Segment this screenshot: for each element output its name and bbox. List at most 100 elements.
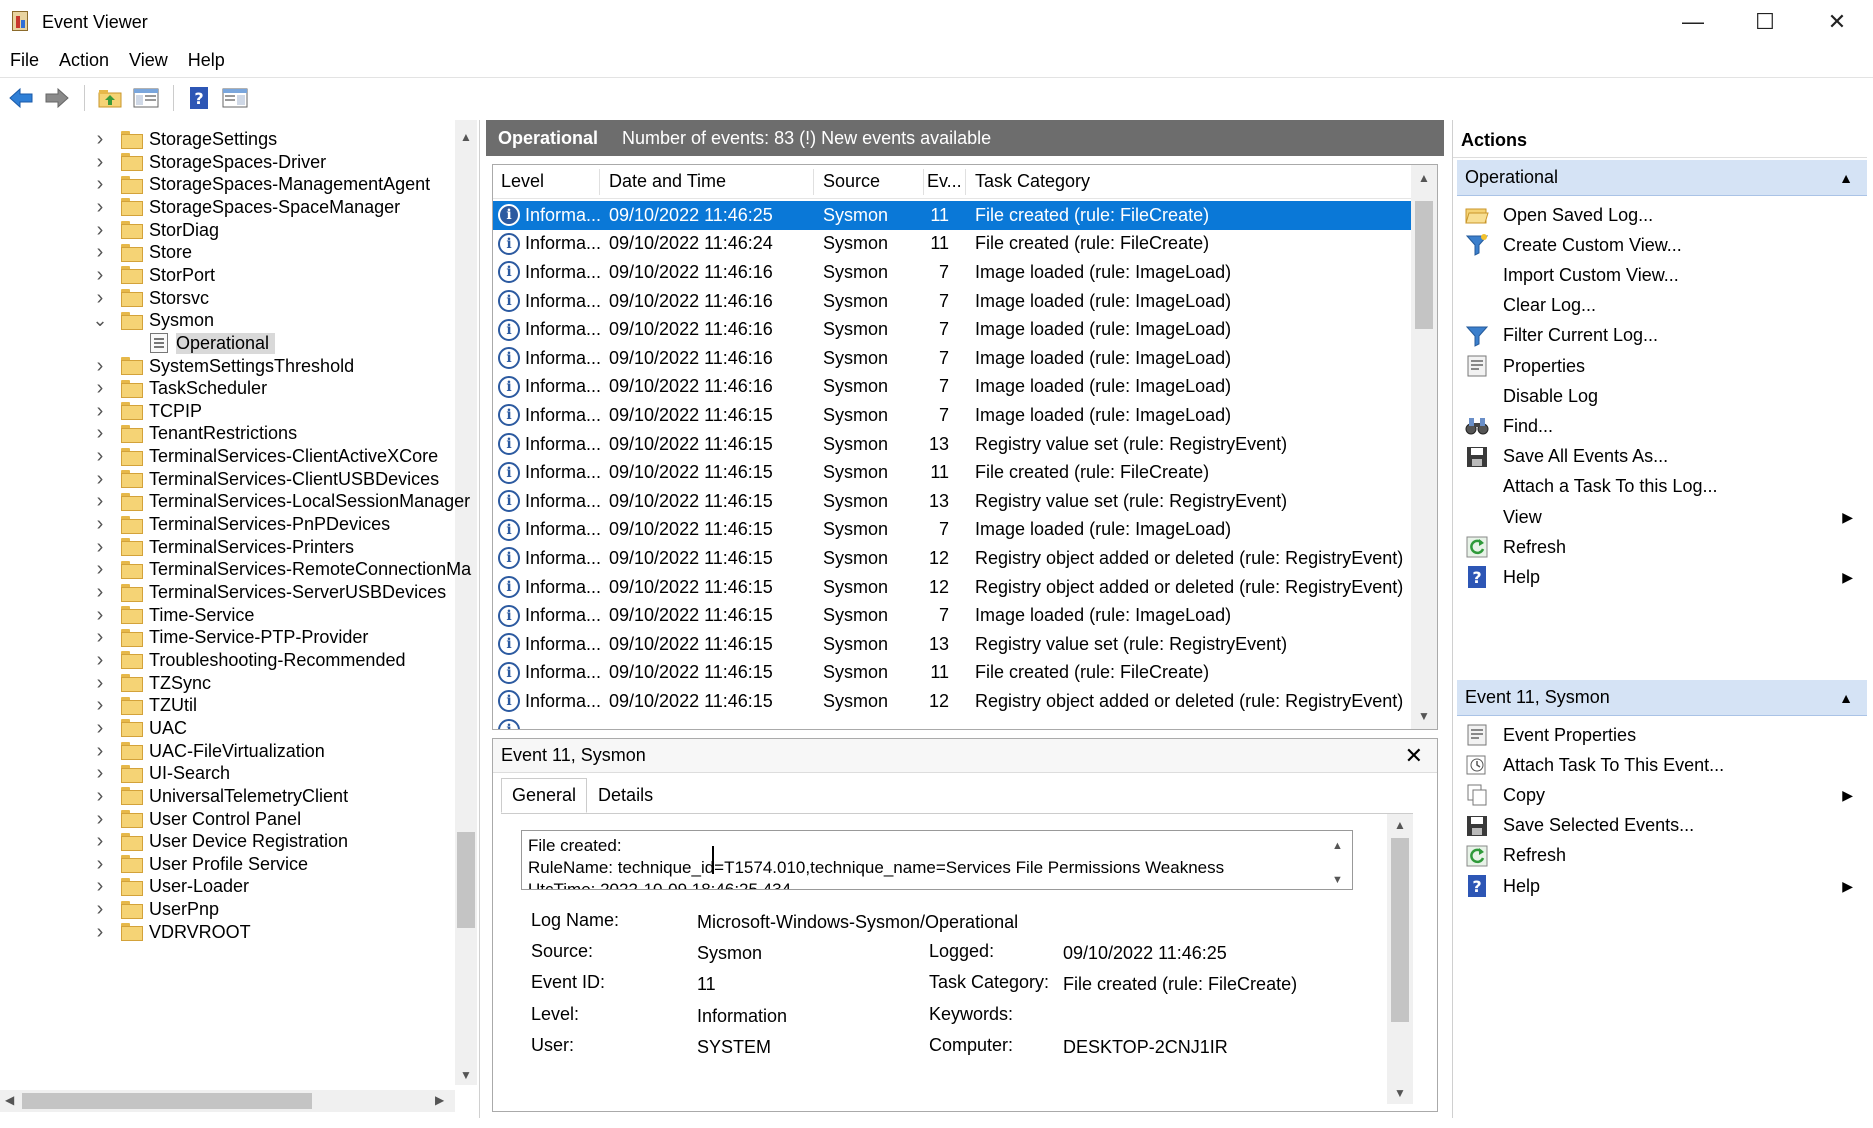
event-row[interactable]: i Informa... 09/10/2022 11:46:25 Sysmon 11 Fi… (493, 201, 1411, 230)
events-scroll-thumb[interactable] (1415, 201, 1433, 329)
chevron-right-icon[interactable]: › (93, 672, 107, 694)
chevron-right-icon[interactable]: › (93, 490, 107, 512)
scroll-left-icon[interactable]: ◀ (5, 1093, 14, 1107)
tree-hscroll-thumb[interactable] (22, 1093, 312, 1109)
chevron-right-icon[interactable]: › (93, 377, 107, 399)
tree-horizontal-scrollbar[interactable]: ◀ ▶ (0, 1090, 455, 1112)
event-row[interactable]: i Informa... 09/10/2022 11:46:15 Sysmon 12 Re… (493, 687, 1411, 716)
scroll-down-icon[interactable]: ▼ (1332, 869, 1343, 889)
chevron-right-icon[interactable]: › (93, 875, 107, 897)
action-help[interactable]: ? Help ▶ (1457, 869, 1867, 903)
chevron-right-icon[interactable]: › (93, 740, 107, 762)
column-divider[interactable] (599, 169, 600, 195)
action-create-custom-view[interactable]: Create Custom View... (1457, 228, 1867, 262)
event-row[interactable]: i Informa... 09/10/2022 11:46:16 Sysmon 7 Ima… (493, 258, 1411, 287)
chevron-right-icon[interactable]: › (93, 287, 107, 309)
chevron-right-icon[interactable]: › (93, 830, 107, 852)
show-hide-action-pane-button[interactable] (218, 82, 252, 114)
chevron-right-icon[interactable]: › (93, 898, 107, 920)
event-row[interactable]: i Informa... 09/10/2022 11:46:15 Sysmon 7 Ima… (493, 516, 1411, 545)
chevron-right-icon[interactable]: › (93, 173, 107, 195)
event-row[interactable]: i Informa... 09/10/2022 11:46:16 Sysmon 7 Ima… (493, 287, 1411, 316)
column-divider[interactable] (965, 169, 966, 195)
scroll-up-icon[interactable]: ▲ (1394, 818, 1406, 832)
collapse-icon[interactable]: ▲ (1839, 690, 1853, 706)
chevron-right-icon[interactable]: › (93, 196, 107, 218)
event-row[interactable]: i Informa... 09/10/2022 11:46:15 Sysmon 13 Re… (493, 487, 1411, 516)
tree-vertical-scrollbar[interactable]: ▲ ▼ (455, 120, 477, 1085)
chevron-right-icon[interactable]: › (93, 785, 107, 807)
chevron-right-icon[interactable]: › (93, 445, 107, 467)
menu-help[interactable]: Help (178, 50, 235, 71)
menu-action[interactable]: Action (49, 50, 119, 71)
column-divider[interactable] (923, 169, 924, 195)
column-event-id[interactable]: Ev... (927, 171, 962, 192)
action-properties[interactable]: Properties (1457, 349, 1867, 383)
chevron-right-icon[interactable]: › (93, 241, 107, 263)
tab-general[interactable]: General (501, 778, 588, 813)
action-find[interactable]: Find... (1457, 409, 1867, 443)
scroll-up-icon[interactable]: ▲ (1332, 835, 1343, 857)
action-event-properties[interactable]: Event Properties (1457, 718, 1867, 752)
chevron-down-icon[interactable]: ⌄ (92, 310, 107, 330)
event-row[interactable]: i Informa... 09/10/2022 11:46:16 Sysmon 7 Ima… (493, 373, 1411, 402)
chevron-right-icon[interactable]: › (93, 649, 107, 671)
close-detail-icon[interactable]: ✕ (1405, 743, 1423, 769)
menu-file[interactable]: File (0, 50, 49, 71)
event-row[interactable]: i Informa... 09/10/2022 11:46:15 Sysmon 11 Fi… (493, 659, 1411, 688)
menu-view[interactable]: View (119, 50, 178, 71)
section-operational[interactable]: Operational ▲ (1457, 160, 1867, 196)
action-refresh[interactable]: Refresh (1457, 839, 1867, 873)
chevron-right-icon[interactable]: › (93, 422, 107, 444)
chevron-right-icon[interactable]: › (93, 264, 107, 286)
chevron-right-icon[interactable]: › (93, 558, 107, 580)
chevron-right-icon[interactable]: › (93, 151, 107, 173)
event-row[interactable]: i Informa... 09/10/2022 11:46:15 Sysmon 7 Ima… (493, 401, 1411, 430)
chevron-right-icon[interactable]: › (93, 219, 107, 241)
events-vertical-scrollbar[interactable]: ▲ ▼ (1411, 165, 1437, 729)
event-row[interactable]: i Informa... 09/10/2022 11:46:16 Sysmon 7 Ima… (493, 344, 1411, 373)
scroll-right-icon[interactable]: ▶ (435, 1093, 444, 1107)
event-row[interactable]: i Informa... 09/10/2022 11:46:15 Sysmon 13 Re… (493, 630, 1411, 659)
tree-item-folder[interactable]: › VDRVROOT (93, 919, 251, 946)
chevron-right-icon[interactable]: › (93, 762, 107, 784)
event-row-partial[interactable]: i (493, 716, 1411, 729)
column-source[interactable]: Source (823, 171, 880, 192)
collapse-icon[interactable]: ▲ (1839, 170, 1853, 186)
action-import-custom-view[interactable]: Import Custom View... (1457, 258, 1867, 292)
chevron-right-icon[interactable]: › (93, 513, 107, 535)
chevron-right-icon[interactable]: › (93, 536, 107, 558)
close-window-button[interactable]: ✕ (1801, 0, 1873, 44)
action-open-saved-log[interactable]: Open Saved Log... (1457, 198, 1867, 232)
scroll-down-icon[interactable]: ▼ (1418, 709, 1430, 723)
action-disable-log[interactable]: Disable Log (1457, 379, 1867, 413)
column-divider[interactable] (813, 169, 814, 195)
chevron-right-icon[interactable]: › (93, 128, 107, 150)
event-row[interactable]: i Informa... 09/10/2022 11:46:15 Sysmon 12 Re… (493, 573, 1411, 602)
scroll-down-icon[interactable]: ▼ (460, 1068, 472, 1082)
chevron-right-icon[interactable]: › (93, 808, 107, 830)
tab-details[interactable]: Details (587, 778, 664, 813)
event-row[interactable]: i Informa... 09/10/2022 11:46:15 Sysmon 13 Re… (493, 430, 1411, 459)
column-level[interactable]: Level (501, 171, 544, 192)
event-row[interactable]: i Informa... 09/10/2022 11:46:16 Sysmon 7 Ima… (493, 315, 1411, 344)
scroll-down-icon[interactable]: ▼ (1394, 1086, 1406, 1100)
section-event-11-sysmon[interactable]: Event 11, Sysmon ▲ (1457, 680, 1867, 716)
event-row[interactable]: i Informa... 09/10/2022 11:46:15 Sysmon 7 Ima… (493, 601, 1411, 630)
action-help[interactable]: ? Help ▶ (1457, 560, 1867, 594)
help-toolbar-button[interactable]: ? (182, 82, 216, 114)
chevron-right-icon[interactable]: › (93, 355, 107, 377)
action-refresh[interactable]: Refresh (1457, 530, 1867, 564)
back-button[interactable] (4, 82, 38, 114)
action-clear-log[interactable]: Clear Log... (1457, 289, 1867, 323)
chevron-right-icon[interactable]: › (93, 626, 107, 648)
chevron-right-icon[interactable]: › (93, 604, 107, 626)
chevron-right-icon[interactable]: › (93, 717, 107, 739)
action-view[interactable]: View ▶ (1457, 500, 1867, 534)
column-date-time[interactable]: Date and Time (609, 171, 726, 192)
action-save-selected-events[interactable]: Save Selected Events... (1457, 809, 1867, 843)
column-task-category[interactable]: Task Category (975, 171, 1090, 192)
detail-vertical-scrollbar[interactable]: ▲ ▼ (1387, 814, 1413, 1104)
maximize-button[interactable]: ☐ (1729, 0, 1801, 44)
event-description[interactable]: File created: RuleName: technique_id=T15… (521, 830, 1353, 890)
